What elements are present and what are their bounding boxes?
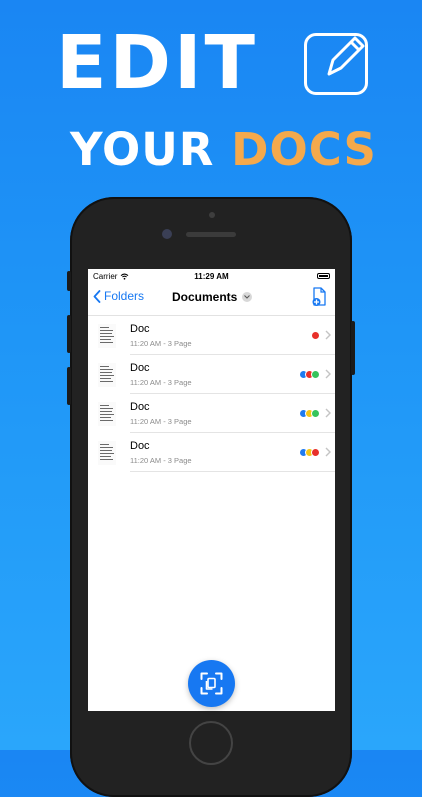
tag-dot: [311, 370, 320, 379]
proximity-sensor: [209, 212, 215, 218]
back-button-label: Folders: [104, 289, 145, 303]
promo-headline-your-docs: YOUR DOCS: [70, 122, 377, 178]
phone-volume-up: [67, 315, 71, 353]
document-thumbnail: [98, 402, 116, 426]
document-row-4[interactable]: Doc 11:20 AM - 3 Page: [88, 433, 335, 472]
app-screen: Carrier 11:29 AM Folders Documents Doc 1…: [88, 269, 335, 711]
phone-frame: Carrier 11:29 AM Folders Documents Doc 1…: [67, 197, 355, 797]
promo-headline-edit: EDIT: [56, 20, 258, 106]
document-row-3[interactable]: Doc 11:20 AM - 3 Page: [88, 394, 335, 433]
chevron-right-icon: [325, 408, 331, 418]
title-dropdown[interactable]: Documents: [172, 290, 253, 304]
tag-dot: [311, 409, 320, 418]
document-name: Doc: [130, 323, 150, 335]
chevron-left-icon: [93, 289, 101, 303]
back-button[interactable]: Folders: [93, 289, 144, 303]
document-meta: 11:20 AM - 3 Page: [130, 339, 192, 348]
front-camera: [162, 229, 172, 239]
phone-mute-switch: [67, 271, 71, 291]
status-time: 11:29 AM: [194, 272, 229, 281]
color-tags: [311, 331, 320, 340]
document-row-1[interactable]: Doc 11:20 AM - 3 Page: [88, 316, 335, 355]
new-document-button[interactable]: [312, 287, 328, 312]
earpiece-speaker: [186, 232, 236, 237]
chevron-right-icon: [325, 330, 331, 340]
home-button[interactable]: [189, 721, 233, 765]
document-row-2[interactable]: Doc 11:20 AM - 3 Page: [88, 355, 335, 394]
promo-word-your: YOUR: [70, 123, 232, 176]
document-meta: 11:20 AM - 3 Page: [130, 456, 192, 465]
color-tags: [299, 409, 320, 418]
document-name: Doc: [130, 401, 150, 413]
navigation-bar: Folders Documents: [88, 283, 335, 316]
battery-icon: [317, 273, 330, 279]
document-thumbnail: [98, 324, 116, 348]
chevron-right-icon: [325, 447, 331, 457]
color-tags: [299, 370, 320, 379]
tag-dot: [311, 331, 320, 340]
document-thumbnail: [98, 363, 116, 387]
document-meta: 11:20 AM - 3 Page: [130, 378, 192, 387]
document-meta: 11:20 AM - 3 Page: [130, 417, 192, 426]
promo-word-docs: DOCS: [231, 123, 377, 176]
scan-document-button[interactable]: [188, 660, 235, 707]
document-thumbnail: [98, 441, 116, 465]
color-tags: [299, 448, 320, 457]
phone-power-button: [351, 321, 355, 375]
document-name: Doc: [130, 362, 150, 374]
chevron-down-icon: [242, 292, 253, 302]
document-name: Doc: [130, 440, 150, 452]
new-document-icon: [312, 287, 326, 306]
row-divider: [130, 471, 335, 472]
scan-document-icon: [200, 672, 223, 695]
status-bar: Carrier 11:29 AM: [88, 269, 335, 283]
chevron-right-icon: [325, 369, 331, 379]
page-title: Documents: [172, 290, 238, 304]
tag-dot: [311, 448, 320, 457]
phone-volume-down: [67, 367, 71, 405]
edit-icon: [304, 33, 368, 95]
